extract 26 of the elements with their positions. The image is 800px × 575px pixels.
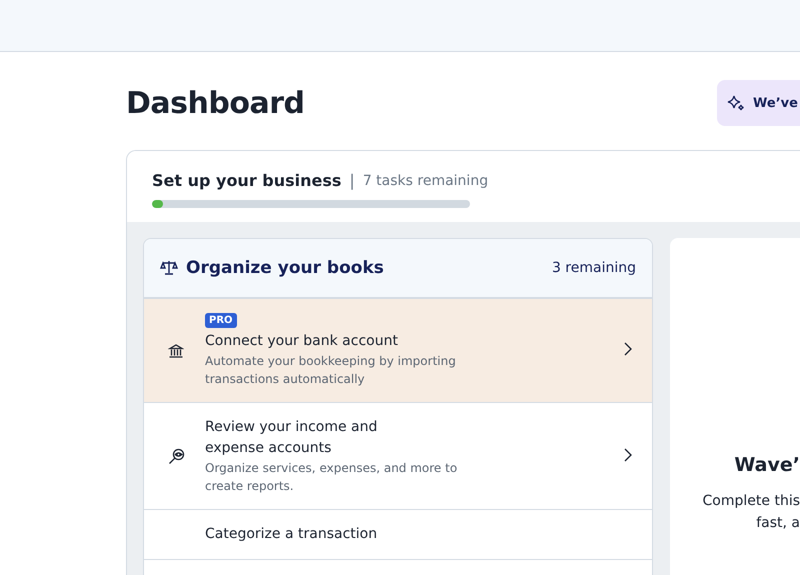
task-row[interactable]: PRO Connect your bank account Automate your bookkeeping by importing transactions automatically [144,299,652,403]
tasks-remaining: 7 tasks remaining [362,172,488,188]
task-title: Categorize a transaction [205,525,378,544]
announcement-banner[interactable]: We’ve [717,80,800,126]
pro-badge: PRO [205,313,237,328]
task-description: Automate your bookkeeping by importing transactions automatically [205,353,457,388]
separator: | [349,171,355,190]
scale-icon [160,260,178,276]
info-heading: Wave’ [734,454,800,476]
task-row[interactable]: Review your income and expense accounts Organize services, expenses, and more to create reports. [144,403,652,510]
chevron-right-icon [624,342,632,356]
info-text-line: fast, a [756,514,800,533]
sparkle-icon [727,94,745,112]
bank-icon [168,342,184,358]
task-title: Review your income and expense accounts [205,418,378,458]
task-description: Organize services, expenses, and more to create reports. [205,460,458,495]
banner-text: We’ve [753,96,798,110]
magnifier-eye-icon [168,447,186,465]
task-row[interactable]: Categorize a transaction [144,510,652,560]
page-title: Dashboard [126,86,304,120]
chevron-right-icon [624,448,632,462]
section-title: Organize your books [186,258,384,278]
info-text-line: Complete this [702,492,800,511]
setup-title: Set up your business [152,171,342,190]
task-title: Connect your bank account [205,332,398,351]
remaining-count: 3 remaining [552,260,636,276]
